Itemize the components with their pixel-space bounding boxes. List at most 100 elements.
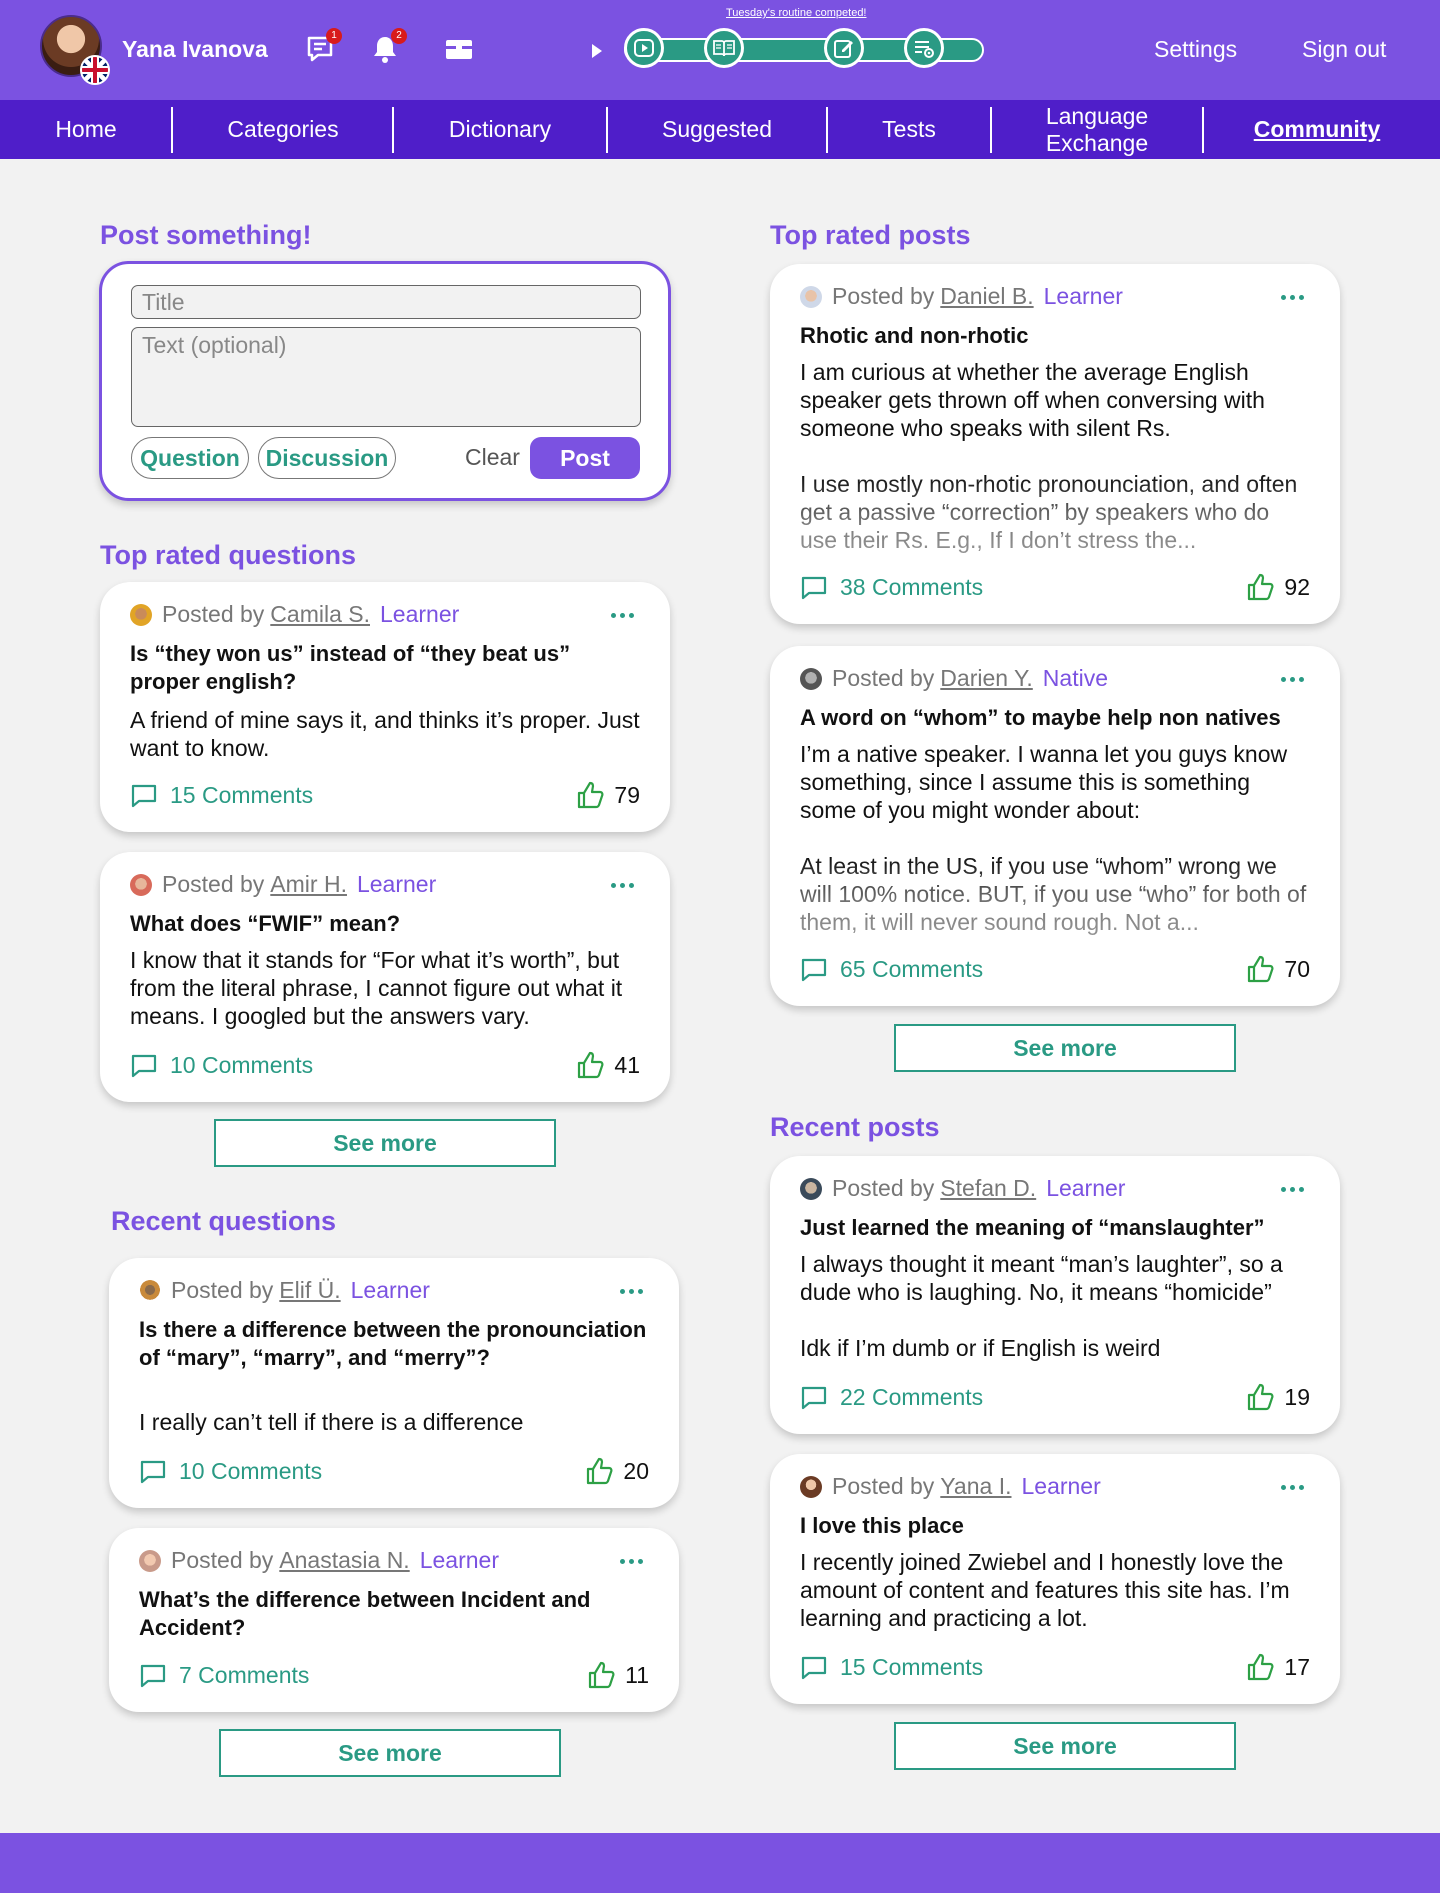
- wallet-button[interactable]: [444, 34, 474, 64]
- author-link[interactable]: Anastasia N.: [279, 1547, 409, 1574]
- like-button[interactable]: 79: [576, 780, 640, 810]
- nav-dictionary[interactable]: Dictionary: [394, 100, 606, 159]
- author-link[interactable]: Camila S.: [270, 601, 370, 628]
- comments-link[interactable]: 7 Comments: [139, 1662, 309, 1689]
- nav-language-exchange[interactable]: Language Exchange: [992, 100, 1202, 159]
- like-button[interactable]: 92: [1246, 572, 1310, 602]
- comments-link[interactable]: 15 Comments: [800, 1654, 983, 1681]
- author-link[interactable]: Yana I.: [940, 1473, 1011, 1500]
- like-button[interactable]: 11: [587, 1660, 649, 1690]
- footer: [0, 1833, 1440, 1893]
- posted-by-label: Posted by: [832, 1473, 935, 1499]
- author-link[interactable]: Stefan D.: [940, 1175, 1036, 1202]
- routine-step-writing[interactable]: [824, 28, 864, 68]
- user-avatar[interactable]: [40, 15, 110, 85]
- author-avatar: [139, 1279, 161, 1302]
- nav-home[interactable]: Home: [0, 100, 172, 159]
- more-options-icon[interactable]: [611, 883, 634, 888]
- like-button[interactable]: 70: [1246, 954, 1310, 984]
- author-link[interactable]: Elif Ü.: [279, 1277, 340, 1304]
- play-icon[interactable]: [592, 44, 602, 58]
- see-more-recent-questions[interactable]: See more: [219, 1729, 561, 1777]
- comments-link[interactable]: 10 Comments: [130, 1052, 313, 1079]
- thumbs-up-icon: [1248, 1653, 1274, 1681]
- post-card[interactable]: Posted by Daniel B. Learner Rhotic and n…: [770, 264, 1340, 624]
- post-form-heading: Post something!: [100, 220, 312, 250]
- question-card[interactable]: Posted by Elif Ü. Learner Is there a dif…: [109, 1258, 679, 1508]
- comments-count: 15 Comments: [170, 782, 314, 808]
- video-icon: [634, 39, 654, 57]
- messages-button[interactable]: 1: [306, 28, 342, 64]
- settings-link[interactable]: Settings: [1154, 36, 1237, 63]
- like-button[interactable]: 20: [585, 1456, 649, 1486]
- post-title: Is “they won us” instead of “they beat u…: [130, 641, 571, 694]
- nav-suggested[interactable]: Suggested: [608, 100, 826, 159]
- nav-community[interactable]: Community: [1204, 100, 1430, 159]
- author-avatar: [130, 873, 152, 896]
- more-options-icon[interactable]: [1281, 295, 1304, 300]
- comments-link[interactable]: 38 Comments: [800, 574, 983, 601]
- author-link[interactable]: Amir H.: [270, 871, 347, 898]
- notifications-badge: 2: [391, 28, 407, 44]
- routine-completed-link[interactable]: Tuesday's routine competed!: [726, 7, 867, 19]
- comments-link[interactable]: 15 Comments: [130, 782, 313, 809]
- posted-by-label: Posted by: [832, 283, 935, 309]
- routine-step-video[interactable]: [624, 28, 664, 68]
- routine-step-reading[interactable]: [704, 28, 744, 68]
- thumbs-up-icon: [578, 781, 604, 809]
- post-body: I know that it stands for “For what it’s…: [130, 947, 623, 1029]
- thumbs-up-icon: [1248, 1383, 1274, 1411]
- post-title-input[interactable]: [131, 285, 641, 319]
- like-button[interactable]: 19: [1246, 1382, 1310, 1412]
- post-meta: Posted by Anastasia N. Learner: [139, 1547, 499, 1574]
- more-options-icon[interactable]: [620, 1559, 643, 1564]
- comments-count: 22 Comments: [840, 1384, 984, 1410]
- question-type-chip[interactable]: Question: [131, 437, 249, 479]
- post-meta: Posted by Camila S. Learner: [130, 601, 459, 628]
- more-options-icon[interactable]: [611, 613, 634, 618]
- user-name[interactable]: Yana Ivanova: [122, 36, 268, 63]
- post-text-input[interactable]: [131, 327, 641, 427]
- notifications-button[interactable]: 2: [371, 28, 407, 64]
- recent-questions-heading: Recent questions: [111, 1206, 337, 1236]
- post-title: I love this place: [800, 1513, 964, 1538]
- author-avatar: [800, 667, 822, 690]
- author-role: Learner: [356, 871, 437, 897]
- post-body: A friend of mine says it, and thinks it’…: [130, 707, 640, 761]
- posted-by-label: Posted by: [171, 1547, 274, 1573]
- comment-icon: [801, 1656, 827, 1679]
- like-button[interactable]: 17: [1246, 1652, 1310, 1682]
- author-role: Native: [1042, 665, 1108, 691]
- clear-button[interactable]: Clear: [465, 444, 520, 471]
- sign-out-link[interactable]: Sign out: [1302, 36, 1386, 63]
- see-more-top-questions[interactable]: See more: [214, 1119, 556, 1167]
- question-card[interactable]: Posted by Camila S. Learner Is “they won…: [100, 582, 670, 832]
- comments-link[interactable]: 22 Comments: [800, 1384, 983, 1411]
- post-button[interactable]: Post: [530, 437, 640, 479]
- routine-step-test[interactable]: [904, 28, 944, 68]
- author-role: Learner: [1021, 1473, 1101, 1499]
- post-body: I really can’t tell if there is a differ…: [139, 1409, 524, 1435]
- more-options-icon[interactable]: [620, 1289, 643, 1294]
- more-options-icon[interactable]: [1281, 677, 1304, 682]
- discussion-type-chip[interactable]: Discussion: [258, 437, 396, 479]
- author-avatar: [800, 1177, 822, 1200]
- author-link[interactable]: Daniel B.: [940, 283, 1033, 310]
- post-card[interactable]: Posted by Darien Y. Native A word on “wh…: [770, 646, 1340, 1006]
- question-card[interactable]: Posted by Anastasia N. Learner What’s th…: [109, 1528, 679, 1712]
- more-options-icon[interactable]: [1281, 1187, 1304, 1192]
- see-more-recent-posts[interactable]: See more: [894, 1722, 1236, 1770]
- comments-link[interactable]: 10 Comments: [139, 1458, 322, 1485]
- post-card[interactable]: Posted by Stefan D. Learner Just learned…: [770, 1156, 1340, 1434]
- like-button[interactable]: 41: [576, 1050, 640, 1080]
- question-card[interactable]: Posted by Amir H. Learner What does “FWI…: [100, 852, 670, 1102]
- comments-link[interactable]: 65 Comments: [800, 956, 983, 983]
- comment-icon: [801, 576, 827, 599]
- nav-tests[interactable]: Tests: [828, 100, 990, 159]
- see-more-top-posts[interactable]: See more: [894, 1024, 1236, 1072]
- more-options-icon[interactable]: [1281, 1485, 1304, 1490]
- comments-count: 65 Comments: [840, 956, 984, 982]
- post-card[interactable]: Posted by Yana I. Learner I love this pl…: [770, 1454, 1340, 1704]
- author-link[interactable]: Darien Y.: [940, 665, 1033, 692]
- nav-categories[interactable]: Categories: [173, 100, 393, 159]
